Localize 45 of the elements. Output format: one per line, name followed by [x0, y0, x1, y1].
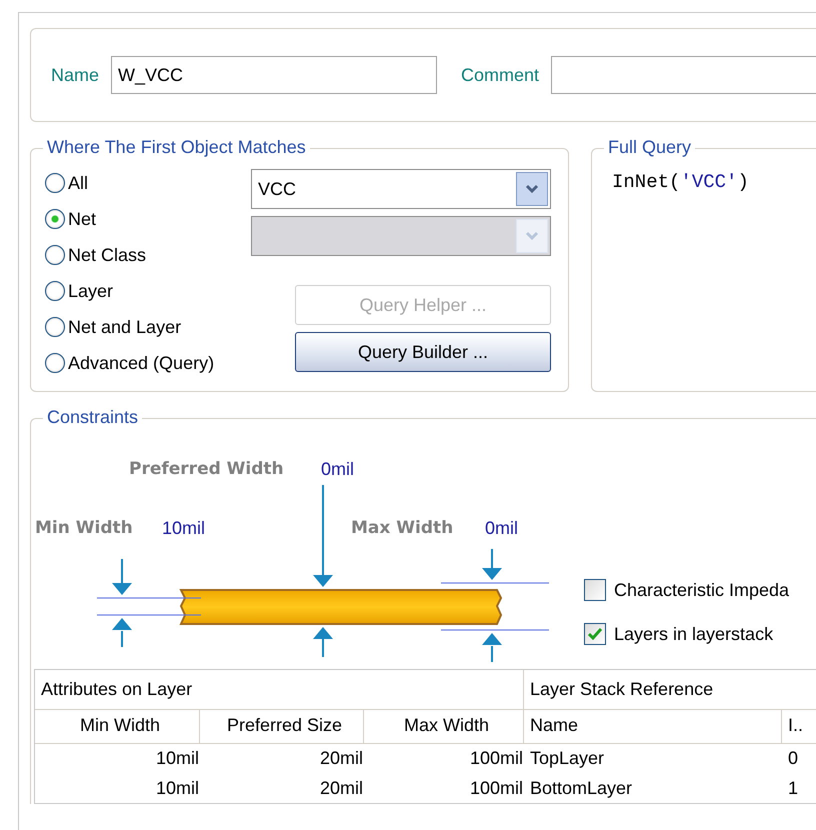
table-cell-text: 100mil: [468, 778, 524, 798]
table-cell-text: BottomLayer: [529, 778, 634, 798]
checkmark-icon: [588, 628, 602, 640]
radio-option[interactable]: Net: [45, 205, 251, 233]
group-header: Attributes on Layer: [35, 670, 524, 710]
query-text: InNet('VCC'): [611, 170, 750, 193]
radio-option[interactable]: Net and Layer: [45, 313, 251, 341]
group-title: Full Query: [604, 137, 696, 158]
table-cell-text: 0: [787, 748, 800, 768]
column-header[interactable]: Name: [524, 708, 782, 744]
group-header: Layer Stack Reference: [524, 670, 816, 710]
dropdown[interactable]: VCC: [251, 169, 551, 209]
dimension-label: Min Width: [35, 518, 133, 538]
chevron-icon: [516, 219, 548, 253]
table-cell-text: TopLayer: [529, 748, 606, 768]
dimension-value: 0mil: [485, 518, 518, 539]
table-cell-text: 100mil: [468, 748, 524, 768]
table-cell-text: 10mil: [154, 748, 200, 768]
dimension-label: Preferred Width: [129, 459, 284, 479]
dimension-value: 10mil: [162, 518, 206, 539]
radio-option[interactable]: Advanced (Query): [45, 349, 251, 377]
name-label: Name: [51, 64, 100, 86]
comment-label: Comment: [461, 64, 540, 86]
table-cell-text: 1: [787, 778, 800, 798]
radio-option[interactable]: Layer: [45, 277, 251, 305]
chevron-icon: [516, 172, 548, 206]
group-title: Where The First Object Matches: [43, 137, 310, 158]
column-header[interactable]: Max Width: [364, 708, 524, 744]
column-header[interactable]: I..: [782, 708, 816, 744]
column-header[interactable]: Preferred Size: [200, 708, 364, 744]
checkbox[interactable]: [584, 579, 606, 601]
comment-field[interactable]: [551, 56, 816, 94]
checkbox-option[interactable]: Layers in layerstack: [584, 623, 790, 645]
dimension-label: Max Width: [351, 518, 454, 538]
radio-option[interactable]: Net Class: [45, 241, 251, 269]
table-cell-text: 20mil: [318, 748, 364, 768]
radio-option[interactable]: All: [45, 169, 251, 197]
table-cell-text: 20mil: [318, 778, 364, 798]
query-button[interactable]: Query Builder ...: [295, 332, 551, 372]
name-field[interactable]: W_VCC: [111, 56, 438, 94]
table-cell-text: 10mil: [154, 778, 200, 798]
dimension-value: 0mil: [321, 459, 354, 480]
column-header[interactable]: Min Width: [35, 708, 200, 744]
checkbox[interactable]: [584, 623, 606, 645]
checkbox-option[interactable]: Characteristic Impeda: [584, 579, 790, 601]
